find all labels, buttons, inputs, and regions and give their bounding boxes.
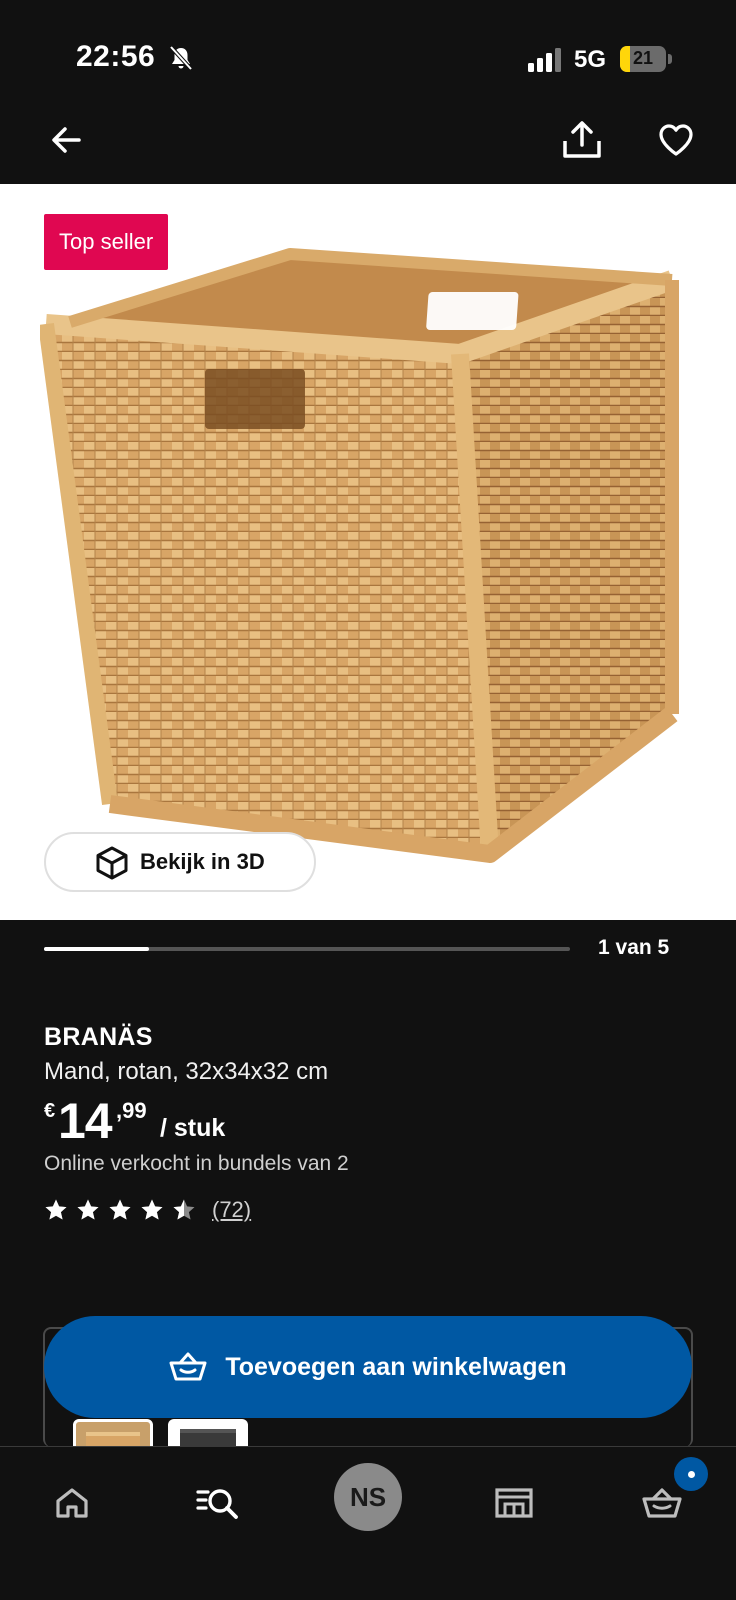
store-icon <box>495 1488 533 1518</box>
cart-icon <box>642 1488 682 1518</box>
star-icon <box>141 1199 163 1220</box>
price-unit: / stuk <box>160 1114 226 1142</box>
cube-3d-icon <box>96 846 128 880</box>
price-decimal: ,99 <box>116 1098 147 1123</box>
product-image <box>40 248 679 863</box>
price-integer: 14 <box>58 1093 113 1149</box>
share-icon <box>563 121 601 158</box>
profile-avatar[interactable]: NS <box>334 1463 402 1531</box>
star-icon <box>45 1199 67 1220</box>
signal-icon <box>528 48 561 72</box>
variant-thumbnail-black[interactable] <box>168 1419 248 1449</box>
cart-notification-badge <box>674 1457 708 1491</box>
product-name: BRANÄS <box>44 1023 153 1051</box>
view-3d-label: Bekijk in 3D <box>140 849 265 874</box>
bundle-note: Online verkocht in bundels van 2 <box>44 1152 349 1175</box>
price-currency: € <box>44 1100 56 1122</box>
variant-thumbnail-natural[interactable] <box>73 1419 153 1449</box>
gallery-counter: 1 van 5 <box>598 936 670 959</box>
nav-home[interactable] <box>42 1475 102 1531</box>
battery-level: 21 <box>632 48 654 68</box>
product-image-gallery[interactable]: Top seller Bekijk in 3D <box>0 184 736 920</box>
status-time: 22:56 <box>76 40 156 73</box>
battery-icon: 21 <box>620 46 672 72</box>
gallery-progress-bar <box>44 947 570 951</box>
view-3d-button[interactable]: Bekijk in 3D <box>44 832 316 892</box>
status-bar: 22:56 5G 21 <box>0 0 736 120</box>
add-to-cart-label: Toevoegen aan winkelwagen <box>225 1352 567 1381</box>
bell-muted-icon <box>169 45 193 71</box>
review-count-link[interactable]: (72) <box>212 1197 251 1223</box>
home-icon <box>56 1488 88 1518</box>
nav-store[interactable] <box>484 1475 544 1531</box>
star-icon <box>77 1199 99 1220</box>
back-button[interactable] <box>42 116 90 164</box>
gallery-progress-fill <box>44 947 150 951</box>
rating-stars <box>44 1198 204 1222</box>
search-list-icon <box>196 1489 238 1519</box>
back-arrow-icon <box>52 127 81 153</box>
star-icon <box>109 1199 131 1220</box>
basket-icon <box>169 1352 207 1381</box>
nav-search[interactable] <box>188 1475 248 1531</box>
bottom-navigation: NS <box>0 1446 736 1600</box>
product-description: Mand, rotan, 32x34x32 cm <box>44 1058 329 1085</box>
favorite-button[interactable] <box>652 116 700 164</box>
top-seller-badge: Top seller <box>44 214 169 270</box>
heart-icon <box>659 124 693 156</box>
rating[interactable]: (72) <box>44 1196 251 1224</box>
share-button[interactable] <box>558 116 606 164</box>
network-type: 5G <box>574 46 607 73</box>
add-to-cart-button[interactable]: Toevoegen aan winkelwagen <box>44 1316 692 1418</box>
star-icon <box>173 1199 195 1220</box>
top-navigation <box>0 110 736 184</box>
